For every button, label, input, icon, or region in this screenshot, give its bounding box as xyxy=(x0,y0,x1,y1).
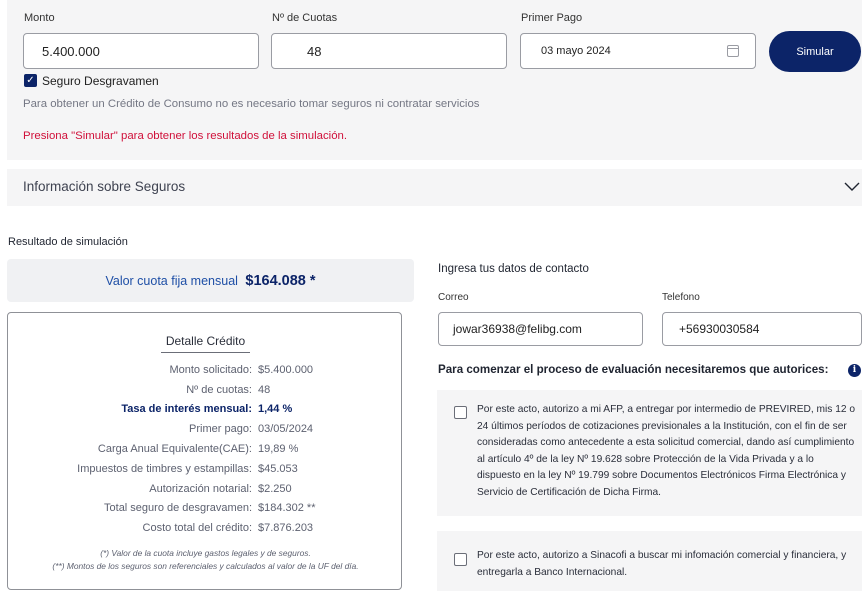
detail-row: Impuestos de timbres y estampillas: $45.… xyxy=(8,463,403,481)
detail-row: Primer pago: 03/05/2024 xyxy=(8,423,403,441)
detail-label: Nº de cuotas: xyxy=(186,384,252,396)
email-label: Correo xyxy=(438,292,469,303)
detail-title: Detalle Crédito xyxy=(160,334,251,353)
email-value: jowar36938@felibg.com xyxy=(453,322,582,336)
calendar-icon[interactable] xyxy=(727,45,739,57)
detail-label: Autorización notarial: xyxy=(149,483,252,495)
sinacofi-consent-text: Por este acto, autorizo a Sinacofi a bus… xyxy=(477,550,847,578)
installments-input[interactable]: 48 xyxy=(271,33,507,69)
footnote-insurance: (**) Montos de los seguros son referenci… xyxy=(52,561,359,571)
detail-label: Impuestos de timbres y estampillas: xyxy=(77,463,252,475)
chevron-down-icon[interactable] xyxy=(844,182,860,192)
simulate-prompt: Presiona "Simular" para obtener los resu… xyxy=(23,130,348,142)
detail-row: Costo total del crédito: $7.876.203 xyxy=(8,522,403,540)
credit-detail-panel: Detalle Crédito Monto solicitado: $5.400… xyxy=(7,312,402,590)
result-title: Resultado de simulación xyxy=(8,236,128,248)
monthly-quota-box: Valor cuota fija mensual $164.088 * xyxy=(7,259,414,302)
footnote-quota: (*) Valor de la cuota incluye gastos leg… xyxy=(100,548,311,558)
detail-row-interest-rate: Tasa de interés mensual: 1,44 % xyxy=(8,403,403,421)
detail-value: $2.250 xyxy=(258,483,292,495)
detail-value: $5.400.000 xyxy=(258,364,314,376)
quota-label: Valor cuota fija mensual xyxy=(105,274,238,288)
amount-value: 5.400.000 xyxy=(42,43,100,59)
installments-label: Nº de Cuotas xyxy=(272,12,338,24)
first-payment-value: 03 mayo 2024 xyxy=(541,45,611,57)
insurance-checkbox[interactable]: ✓ xyxy=(24,74,37,87)
detail-label: Primer pago: xyxy=(189,423,252,435)
detail-label: Carga Anual Equivalente(CAE): xyxy=(97,443,252,455)
amount-input[interactable]: 5.400.000 xyxy=(23,33,259,69)
detail-row: Total seguro de desgravamen: $184.302 ** xyxy=(8,502,403,520)
detail-row: Monto solicitado: $5.400.000 xyxy=(8,364,403,382)
afp-consent-text: Por este acto, autorizo a mi AFP, a entr… xyxy=(477,404,856,498)
quota-value: $164.088 * xyxy=(245,273,316,289)
amount-label: Monto xyxy=(24,12,55,24)
detail-label: Tasa de interés mensual: xyxy=(121,403,252,415)
insurance-checkbox-label: Seguro Desgravamen xyxy=(42,74,159,88)
contact-title: Ingresa tus datos de contacto xyxy=(438,263,589,275)
detail-value: $184.302 ** xyxy=(258,502,316,514)
detail-label: Costo total del crédito: xyxy=(142,522,252,534)
first-payment-date-input[interactable]: 03 mayo 2024 xyxy=(520,33,756,69)
phone-value: +56930030584 xyxy=(679,322,760,336)
simulate-button[interactable]: Simular xyxy=(769,31,861,72)
disclaimer-text: Para obtener un Crédito de Consumo no es… xyxy=(23,98,480,110)
insurance-info-accordion[interactable]: Información sobre Seguros xyxy=(7,169,862,206)
detail-row: Nº de cuotas: 48 xyxy=(8,384,403,402)
detail-label: Total seguro de desgravamen: xyxy=(104,502,252,514)
detail-row: Carga Anual Equivalente(CAE): 19,89 % xyxy=(8,443,403,461)
afp-consent-checkbox[interactable] xyxy=(454,406,467,419)
installments-value: 48 xyxy=(307,43,322,59)
detail-value: 1,44 % xyxy=(258,403,293,415)
phone-input[interactable]: +56930030584 xyxy=(662,312,862,346)
email-input[interactable]: jowar36938@felibg.com xyxy=(438,312,643,346)
detail-label: Monto solicitado: xyxy=(169,364,252,376)
detail-row: Autorización notarial: $2.250 xyxy=(8,483,403,501)
insurance-info-title: Información sobre Seguros xyxy=(23,179,186,194)
phone-label: Telefono xyxy=(662,292,700,303)
info-icon[interactable]: i xyxy=(848,364,861,377)
detail-value: $45.053 xyxy=(258,463,298,475)
detail-value: 19,89 % xyxy=(258,443,299,455)
detail-value: 48 xyxy=(258,384,271,396)
detail-value: $7.876.203 xyxy=(258,522,314,534)
first-payment-label: Primer Pago xyxy=(521,12,583,24)
sinacofi-consent-checkbox[interactable] xyxy=(454,553,467,566)
authorization-title: Para comenzar el proceso de evaluación n… xyxy=(438,363,829,376)
detail-value: 03/05/2024 xyxy=(258,423,314,435)
